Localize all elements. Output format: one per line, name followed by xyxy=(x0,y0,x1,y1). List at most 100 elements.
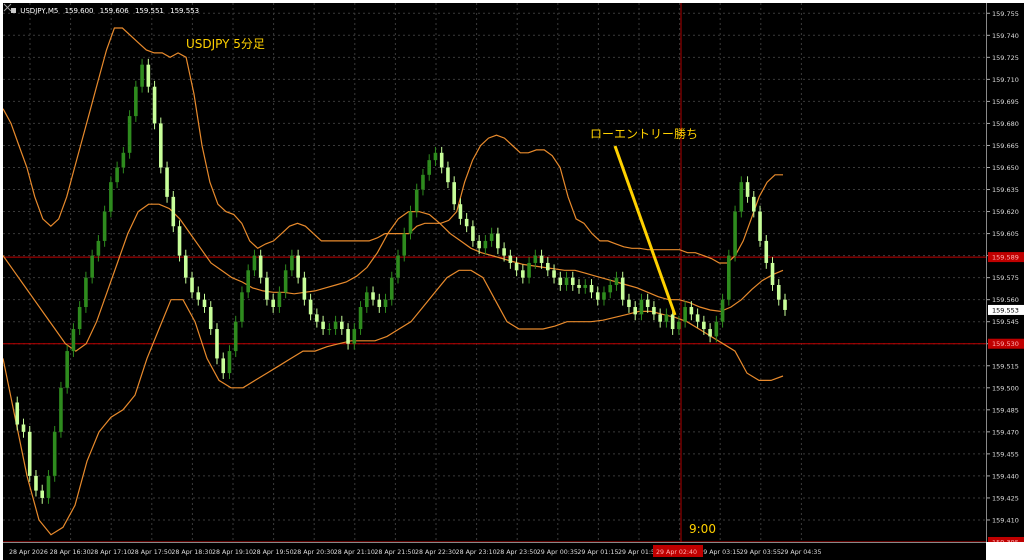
candle-body xyxy=(751,196,756,212)
candle-body xyxy=(583,284,588,288)
candle-body xyxy=(464,218,469,227)
candle-body xyxy=(589,284,594,293)
candle-body xyxy=(533,255,538,263)
time-tick-label: 28 Apr 23:50 xyxy=(496,549,537,556)
price-tick-label: 159.545 xyxy=(992,318,1019,326)
candle-body xyxy=(190,277,194,293)
candle-body xyxy=(208,307,213,330)
candle-body xyxy=(296,255,300,278)
candle-body xyxy=(764,240,769,263)
candle-body xyxy=(21,424,26,432)
candle-body xyxy=(358,307,363,330)
time-tick-label: 28 Apr 20:30 xyxy=(293,549,334,556)
candle-body xyxy=(34,475,38,491)
price-tick-label: 159.515 xyxy=(992,362,1019,370)
candle-body xyxy=(159,123,163,168)
candle-body xyxy=(645,299,650,308)
candle-body xyxy=(134,86,138,117)
price-tick-label: 159.665 xyxy=(992,142,1019,150)
candle-body xyxy=(770,262,775,285)
candle-body xyxy=(595,292,600,300)
time-annotation: 9:00 xyxy=(689,522,716,536)
close-icon[interactable] xyxy=(3,3,12,12)
candle-body xyxy=(577,284,581,288)
candle-body xyxy=(321,321,325,330)
red-line-upper-label: 159.589 xyxy=(992,254,1019,262)
candle-body xyxy=(496,233,500,249)
price-tick-label: 159.410 xyxy=(992,516,1019,524)
candle-body xyxy=(371,292,375,300)
time-axis-labels: 28 Apr 2026 28 Apr 16:30 28 Apr 17:10 28 Ap… xyxy=(9,545,821,557)
ohlc-open: 159.600 xyxy=(64,7,94,15)
entry-annotation: ローエントリー勝ち xyxy=(590,127,699,141)
time-axis[interactable]: 28 Apr 2026 28 Apr 16:30 28 Apr 17:10 28 Ap… xyxy=(3,542,986,560)
candle-body xyxy=(483,240,488,249)
candle-body xyxy=(570,277,575,285)
candle-body xyxy=(202,299,207,308)
candle-body xyxy=(689,307,694,315)
candle-body xyxy=(727,255,731,300)
candle-body xyxy=(477,240,481,249)
candle-body xyxy=(558,277,563,285)
candle-body xyxy=(177,226,182,256)
candle-body xyxy=(71,329,76,352)
candle-body xyxy=(221,358,226,374)
ohlc-low: 159.551 xyxy=(134,7,164,15)
candle-body xyxy=(308,299,313,315)
time-tick-label: 29 Apr 01:55 xyxy=(618,549,659,556)
candle-body xyxy=(115,167,119,183)
candle-body xyxy=(146,64,151,87)
candle-body xyxy=(315,314,319,322)
candle-body xyxy=(652,307,656,315)
candle-body xyxy=(633,307,637,315)
time-tick-label: 28 Apr 16:30 xyxy=(50,549,91,556)
candle-body xyxy=(252,255,257,271)
candle-body xyxy=(664,314,669,322)
candle-body xyxy=(439,152,444,168)
candle-body xyxy=(708,329,712,337)
symbol-label: USDJPY,M5 xyxy=(20,7,59,15)
candle-body xyxy=(658,314,662,322)
time-tick-label: 28 Apr 19:10 xyxy=(212,549,253,556)
price-tick-label: 159.755 xyxy=(992,10,1019,18)
candle-body xyxy=(670,314,675,330)
candle-body xyxy=(458,204,463,219)
plot-area[interactable]: USDJPY,M5 159.600 159.606 159.551 159.55… xyxy=(3,3,986,542)
candle-body xyxy=(720,299,725,322)
price-tick-label: 159.575 xyxy=(992,274,1019,282)
candle-body xyxy=(271,299,275,308)
candle-body xyxy=(739,182,744,212)
candle-body xyxy=(27,431,32,476)
price-tick-label: 159.440 xyxy=(992,472,1019,480)
price-chart[interactable] xyxy=(3,3,986,542)
candle-body xyxy=(489,233,494,241)
price-axis[interactable]: 159.755 159.740 159.725 159.710 159.695 159.6… xyxy=(986,3,1024,542)
candle-body xyxy=(171,196,176,227)
candle-body xyxy=(776,284,781,300)
candle-body xyxy=(377,299,382,308)
red-line-bottom-label: 159.395 xyxy=(992,539,1019,543)
candle-body xyxy=(396,255,400,278)
candle-body xyxy=(383,299,388,308)
price-tick-label: 159.725 xyxy=(992,54,1019,62)
candle-body xyxy=(277,292,282,308)
candle-body xyxy=(233,321,238,352)
candle-body xyxy=(402,233,407,256)
red-line-lower-label: 159.530 xyxy=(992,340,1019,348)
price-tick-label: 159.620 xyxy=(992,208,1019,216)
time-tick-label: 29 Apr 00:35 xyxy=(537,549,578,556)
time-tick-label: 28 Apr 21:10 xyxy=(334,549,375,556)
candle-body xyxy=(109,182,113,212)
candle-body xyxy=(59,387,63,432)
time-tick-label: 28 Apr 17:50 xyxy=(131,549,172,556)
candle-body xyxy=(695,314,700,322)
chart-window[interactable]: USDJPY,M5 159.600 159.606 159.551 159.55… xyxy=(0,0,1024,560)
candle-body xyxy=(546,262,550,271)
candle-body xyxy=(602,292,606,300)
ohlc-high: 159.606 xyxy=(99,7,129,15)
candle-body xyxy=(140,64,144,87)
candle-body xyxy=(96,240,101,256)
candle-body xyxy=(196,292,201,300)
candle-body xyxy=(614,277,619,285)
candle-body xyxy=(608,284,613,293)
